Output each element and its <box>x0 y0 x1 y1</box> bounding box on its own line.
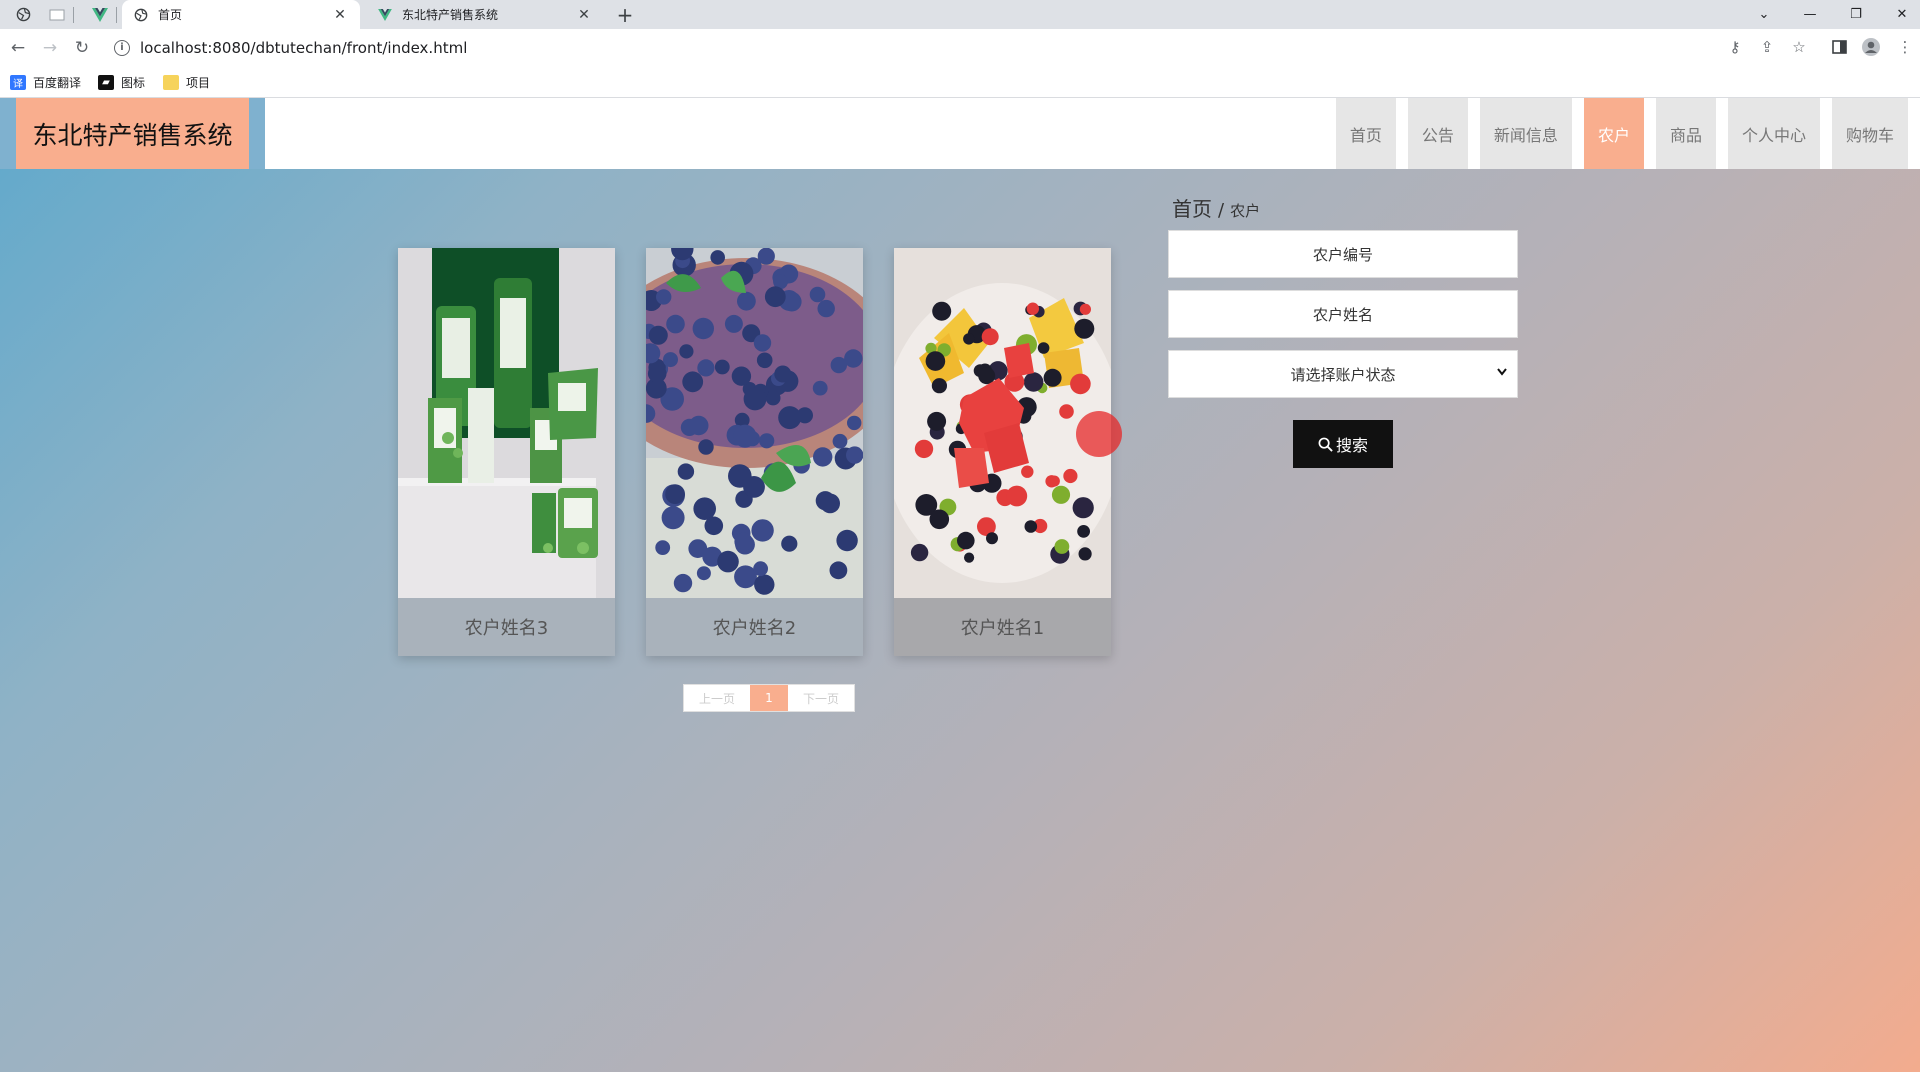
farmer-photo-packaged-products <box>398 248 615 598</box>
browser-tab-strip: 首页 ✕ 东北特产销售系统 ✕ + ⌄ — ❐ ✕ <box>0 0 1920 29</box>
nav-personal-center[interactable]: 个人中心 <box>1727 98 1820 169</box>
bookmark-label: 项目 <box>186 75 211 90</box>
tab-close-icon[interactable]: ✕ <box>332 7 348 23</box>
chevron-down-icon <box>1497 365 1507 380</box>
farmer-name: 农户姓名1 <box>960 618 1045 639</box>
reload-icon: ↻ <box>74 38 90 58</box>
farmer-card[interactable]: 农户姓名2 <box>646 248 863 656</box>
arrow-right-icon: → <box>42 38 58 58</box>
tab-title: 东北特产销售系统 <box>402 8 499 22</box>
globe-icon <box>16 7 30 22</box>
nav-farmers[interactable]: 农户 <box>1583 98 1644 169</box>
minimize-button[interactable]: — <box>1787 0 1833 29</box>
tab-search-button[interactable]: ⌄ <box>1741 0 1787 29</box>
restore-button[interactable]: ❐ <box>1833 0 1879 29</box>
bookmarks-bar: 译 百度翻译 ▰ 图标 项目 <box>0 66 1920 98</box>
account-status-select[interactable]: 请选择账户状态 <box>1168 350 1518 398</box>
nav-products[interactable]: 商品 <box>1655 98 1716 169</box>
page-content: 东北特产销售系统 首页 公告 新闻信息 农户 商品 个人中心 购物车 农户姓名3… <box>0 98 1920 1072</box>
page-number-current[interactable]: 1 <box>750 685 788 711</box>
browser-toolbar: ← → ↻ i localhost:8080/dbtutechan/front/… <box>0 29 1920 66</box>
farmer-name-input[interactable]: 农户姓名 <box>1168 290 1518 338</box>
reload-button[interactable]: ↻ <box>68 34 96 62</box>
breadcrumb: 首页 / 农户 <box>1172 193 1260 222</box>
breadcrumb-home[interactable]: 首页 <box>1172 193 1212 222</box>
nav-announcements[interactable]: 公告 <box>1407 98 1468 169</box>
nav-news[interactable]: 新闻信息 <box>1479 98 1572 169</box>
blank-page-icon <box>49 9 65 20</box>
bookmark-baidu-translate[interactable]: 译 百度翻译 <box>10 73 81 91</box>
image-icon: ▰ <box>98 74 114 90</box>
farmer-card[interactable]: 农户姓名3 <box>398 248 615 656</box>
vue-icon <box>378 8 392 21</box>
globe-icon <box>134 8 148 21</box>
pinned-tab-blank[interactable] <box>40 0 74 29</box>
main-nav: 首页 公告 新闻信息 农户 商品 个人中心 购物车 <box>1324 98 1908 169</box>
site-logo[interactable]: 东北特产销售系统 <box>16 98 249 169</box>
nav-home[interactable]: 首页 <box>1335 98 1396 169</box>
farmer-photo-blueberries <box>646 248 863 598</box>
profile-avatar-icon[interactable] <box>1861 37 1881 57</box>
new-tab-button[interactable]: + <box>608 0 642 29</box>
farmer-name: 农户姓名2 <box>712 618 797 639</box>
info-icon[interactable]: i <box>114 39 130 56</box>
cursor-highlight <box>1076 411 1122 457</box>
breadcrumb-separator: / <box>1218 200 1225 221</box>
account-status-selected: 请选择账户状态 <box>1290 365 1396 384</box>
address-bar[interactable]: i localhost:8080/dbtutechan/front/index.… <box>106 33 1796 62</box>
tab-home[interactable]: 首页 ✕ <box>122 0 360 29</box>
site-header: 东北特产销售系统 首页 公告 新闻信息 农户 商品 个人中心 购物车 <box>0 98 1920 169</box>
tab-close-icon[interactable]: ✕ <box>576 7 592 23</box>
bookmark-icons[interactable]: ▰ 图标 <box>98 73 145 91</box>
forward-button[interactable]: → <box>36 34 64 62</box>
nav-cart[interactable]: 购物车 <box>1831 98 1908 169</box>
arrow-left-icon: ← <box>10 38 26 58</box>
address-url: localhost:8080/dbtutechan/front/index.ht… <box>140 38 468 57</box>
bookmark-label: 图标 <box>121 75 146 90</box>
farmer-number-input[interactable]: 农户编号 <box>1168 230 1518 278</box>
vue-icon <box>92 7 108 22</box>
breadcrumb-current: 农户 <box>1230 202 1261 220</box>
pagination: 上一页 1 下一页 <box>683 684 855 712</box>
side-panel-icon[interactable] <box>1829 37 1849 57</box>
next-page-button[interactable]: 下一页 <box>788 685 854 711</box>
bookmark-label: 百度翻译 <box>33 75 82 90</box>
search-button[interactable]: 搜索 <box>1293 420 1393 468</box>
back-button[interactable]: ← <box>4 34 32 62</box>
plus-icon: + <box>616 2 634 27</box>
tab-title: 首页 <box>158 8 183 22</box>
folder-icon <box>163 74 179 90</box>
pinned-tab-globe[interactable] <box>6 0 40 29</box>
search-icon <box>1318 437 1333 452</box>
farmer-card[interactable]: 农户姓名1 <box>894 248 1111 656</box>
pinned-tab-vue[interactable] <box>83 0 117 29</box>
more-menu-icon[interactable]: ⋮ <box>1895 37 1915 57</box>
prev-page-button[interactable]: 上一页 <box>684 685 750 711</box>
close-window-button[interactable]: ✕ <box>1879 0 1920 29</box>
share-icon[interactable]: ⇪ <box>1757 37 1777 57</box>
star-icon[interactable]: ☆ <box>1789 37 1809 57</box>
restore-icon: ❐ <box>1850 7 1862 22</box>
translate-icon: 译 <box>10 74 26 90</box>
bookmark-projects[interactable]: 项目 <box>163 73 210 91</box>
close-icon: ✕ <box>1896 7 1908 22</box>
farmer-name: 农户姓名3 <box>464 618 549 639</box>
chevron-down-icon: ⌄ <box>1758 7 1770 22</box>
logo-area: 东北特产销售系统 <box>0 98 265 169</box>
tab-site[interactable]: 东北特产销售系统 ✕ <box>366 0 604 29</box>
minimize-icon: — <box>1803 7 1817 22</box>
search-button-label: 搜索 <box>1335 436 1368 455</box>
key-icon[interactable]: ⚷ <box>1725 37 1745 57</box>
